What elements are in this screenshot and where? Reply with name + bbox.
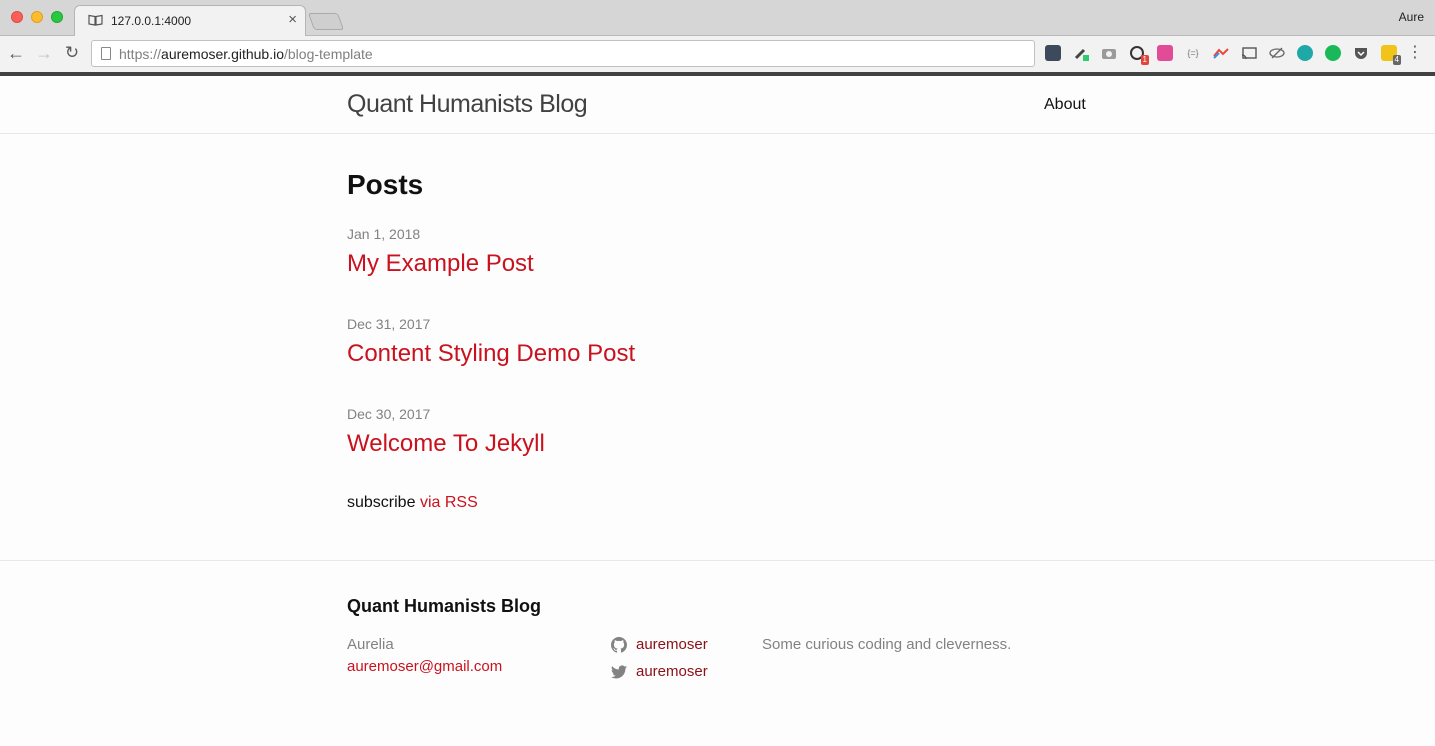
window-close-button[interactable] xyxy=(11,11,23,23)
post-list-item: Dec 30, 2017 Welcome To Jekyll xyxy=(347,406,545,458)
rss-link[interactable]: via RSS xyxy=(420,494,478,511)
profile-name[interactable]: Aure xyxy=(1399,10,1424,24)
extension-wave-icon[interactable] xyxy=(1213,45,1229,61)
subscribe-text: subscribe xyxy=(347,494,416,511)
window-maximize-button[interactable] xyxy=(51,11,63,23)
window-minimize-button[interactable] xyxy=(31,11,43,23)
post-date: Jan 1, 2018 xyxy=(347,226,421,242)
tab-title: 127.0.0.1:4000 xyxy=(111,14,192,28)
footer-heading: Quant Humanists Blog xyxy=(347,596,542,616)
browser-tab[interactable]: 127.0.0.1:4000 × xyxy=(74,5,306,37)
footer-email-link[interactable]: auremoser@gmail.com xyxy=(347,658,502,675)
post-title-link[interactable]: Welcome To Jekyll xyxy=(347,430,545,458)
github-icon xyxy=(611,637,627,653)
site-title[interactable]: Quant Humanists Blog xyxy=(347,90,588,119)
back-arrow-icon[interactable]: ← xyxy=(6,43,26,63)
extension-eyedropper-icon[interactable] xyxy=(1073,45,1089,61)
forward-arrow-icon[interactable]: → xyxy=(34,43,54,63)
page-icon xyxy=(101,47,111,60)
book-icon xyxy=(88,14,103,26)
nav-about-link[interactable]: About xyxy=(1044,96,1086,114)
github-username: auremoser xyxy=(636,636,708,653)
address-url[interactable]: https://auremoser.github.io/blog-templat… xyxy=(119,46,373,62)
twitter-username: auremoser xyxy=(636,663,708,680)
extension-mail-icon[interactable]: 4 xyxy=(1381,45,1401,65)
new-tab-button[interactable] xyxy=(307,13,345,30)
page-title: Posts xyxy=(347,169,424,200)
extension-at-icon[interactable]: 1 xyxy=(1129,45,1149,65)
browser-menu-icon[interactable]: ⋮ xyxy=(1407,44,1423,62)
extension-badge: 1 xyxy=(1140,55,1149,65)
post-title-link[interactable]: My Example Post xyxy=(347,250,534,278)
post-title-link[interactable]: Content Styling Demo Post xyxy=(347,340,635,368)
site-header: Quant Humanists Blog About xyxy=(0,76,1435,134)
tab-close-icon[interactable]: × xyxy=(288,11,297,29)
cast-icon[interactable] xyxy=(1241,45,1257,61)
footer-description: Some curious coding and cleverness. xyxy=(762,636,1012,653)
post-list-item: Dec 31, 2017 Content Styling Demo Post xyxy=(347,316,635,368)
browser-toolbar: ← → ↻ https://auremoser.github.io/blog-t… xyxy=(0,36,1435,72)
grammarly-icon[interactable] xyxy=(1325,45,1341,61)
subscribe-line: subscribe via RSS xyxy=(347,494,478,512)
footer-author: Aurelia xyxy=(347,636,394,653)
browser-tab-bar: 127.0.0.1:4000 × Aure xyxy=(0,0,1435,37)
extension-json-icon[interactable]: {=} xyxy=(1185,45,1201,61)
url-prefix: https:// xyxy=(119,46,162,62)
extension-s-icon[interactable] xyxy=(1157,45,1173,61)
extension-badge: 4 xyxy=(1392,55,1401,65)
url-path: /blog-template xyxy=(284,46,373,62)
camera-icon[interactable] xyxy=(1101,45,1117,61)
address-bar[interactable]: https://auremoser.github.io/blog-templat… xyxy=(91,40,1035,67)
post-list-item: Jan 1, 2018 My Example Post xyxy=(347,226,534,278)
extension-dots-icon[interactable] xyxy=(1045,45,1061,61)
post-date: Dec 31, 2017 xyxy=(347,316,431,332)
url-domain: auremoser.github.io xyxy=(161,46,284,62)
twitter-icon xyxy=(611,665,627,679)
reload-icon[interactable]: ↻ xyxy=(62,43,82,63)
extension-aperture-icon[interactable] xyxy=(1297,45,1313,61)
site-footer: Quant Humanists Blog Aurelia auremoser@g… xyxy=(0,560,1435,746)
post-date: Dec 30, 2017 xyxy=(347,406,431,422)
pocket-icon[interactable] xyxy=(1353,45,1369,61)
extension-hide-icon[interactable] xyxy=(1269,45,1285,61)
